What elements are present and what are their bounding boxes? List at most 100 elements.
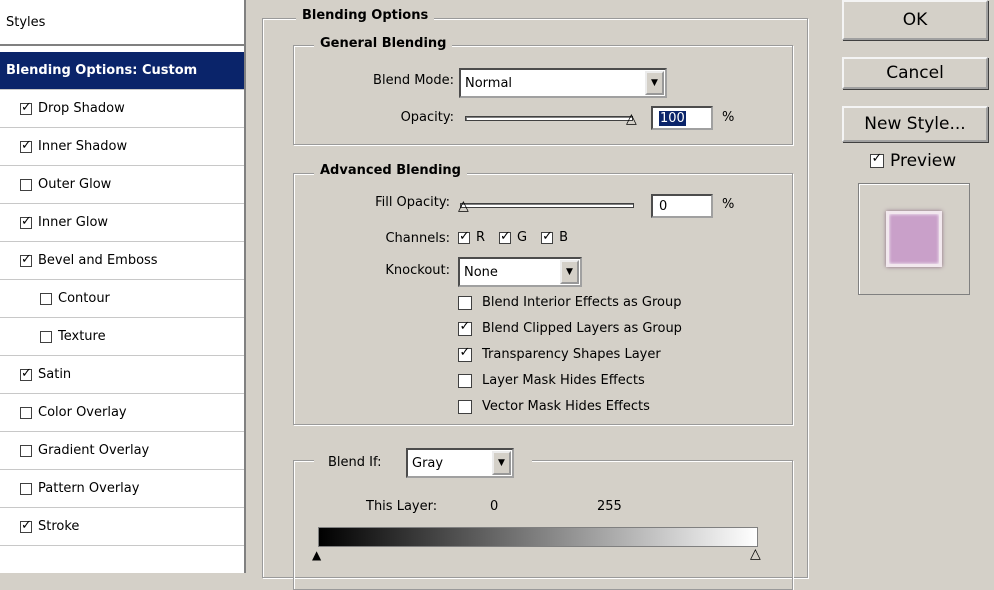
- style-item-label: Blending Options: Custom: [6, 63, 198, 78]
- fill-opacity-slider-thumb[interactable]: △: [458, 199, 469, 213]
- checkbox-icon[interactable]: [40, 330, 52, 343]
- opacity-value: 100: [659, 110, 686, 126]
- opacity-slider-track[interactable]: [465, 116, 633, 121]
- option-layer-mask-hides-effects-checkbox[interactable]: Layer Mask Hides Effects: [458, 373, 645, 388]
- checkbox-icon[interactable]: ✓: [20, 252, 32, 267]
- general-blending-title: General Blending: [314, 36, 453, 51]
- option-blend-interior-effects-as-group-checkbox[interactable]: Blend Interior Effects as Group: [458, 295, 681, 310]
- checkbox-icon[interactable]: [20, 482, 32, 495]
- channel-label: B: [559, 230, 569, 245]
- checkbox-icon[interactable]: ✓: [458, 229, 470, 244]
- styles-panel: Styles Blending Options: Custom ✓ Drop Sh…: [0, 0, 246, 573]
- checkbox-icon[interactable]: ✓: [20, 214, 32, 229]
- checkbox-icon[interactable]: ✓: [499, 229, 512, 244]
- preview-swatch: [886, 211, 942, 267]
- style-item-label: Satin: [38, 367, 72, 382]
- style-item-blending-options[interactable]: Blending Options: Custom: [0, 52, 244, 90]
- style-item-label: Inner Shadow: [38, 139, 128, 154]
- styles-header[interactable]: Styles: [0, 0, 244, 46]
- preview-checkbox[interactable]: ✓ Preview: [870, 151, 956, 171]
- checkbox-icon[interactable]: [20, 444, 32, 457]
- style-item-label: Gradient Overlay: [38, 443, 150, 458]
- channel-label: R: [476, 230, 486, 245]
- blend-mode-value: Normal: [465, 75, 513, 91]
- knockout-select[interactable]: None ▼: [458, 257, 582, 287]
- channel-label: G: [517, 230, 528, 245]
- style-item-label: Stroke: [38, 519, 80, 534]
- advanced-blending-title: Advanced Blending: [314, 163, 467, 178]
- blend-mode-label: Blend Mode:: [373, 73, 454, 88]
- knockout-value: None: [464, 264, 498, 280]
- cancel-button-label: Cancel: [886, 63, 944, 83]
- channels-group: ✓ R ✓ G ✓ B: [458, 229, 569, 245]
- fill-opacity-label: Fill Opacity:: [375, 195, 450, 210]
- channel-g-checkbox[interactable]: ✓ G: [499, 229, 528, 245]
- checkbox-icon[interactable]: ✓: [458, 319, 472, 336]
- ok-button[interactable]: OK: [842, 0, 988, 40]
- this-layer-label: This Layer:: [366, 499, 438, 514]
- chevron-down-icon[interactable]: ▼: [492, 451, 511, 475]
- style-item-label: Drop Shadow: [38, 101, 125, 116]
- checkbox-icon[interactable]: ✓: [20, 100, 32, 115]
- fill-opacity-slider-track[interactable]: [460, 203, 634, 208]
- opacity-unit: %: [722, 110, 735, 125]
- opacity-label: Opacity:: [400, 110, 454, 125]
- option-transparency-shapes-layer-checkbox[interactable]: ✓ Transparency Shapes Layer: [458, 345, 661, 362]
- cancel-button[interactable]: Cancel: [842, 57, 988, 89]
- checkbox-icon[interactable]: ✓: [458, 345, 472, 362]
- checkbox-icon[interactable]: ✓: [541, 229, 554, 244]
- channel-b-checkbox[interactable]: ✓ B: [541, 229, 569, 245]
- style-item-pattern-overlay[interactable]: Pattern Overlay: [0, 470, 244, 508]
- style-item-label: Pattern Overlay: [38, 481, 140, 496]
- checkbox-icon[interactable]: [40, 292, 52, 305]
- style-item-contour[interactable]: Contour: [0, 280, 244, 318]
- this-layer-low-value: 0: [490, 499, 499, 514]
- fill-opacity-input[interactable]: 0: [651, 194, 713, 218]
- opacity-slider-thumb[interactable]: △: [626, 112, 637, 126]
- checkbox-icon[interactable]: [458, 373, 472, 388]
- style-item-drop-shadow[interactable]: ✓ Drop Shadow: [0, 90, 244, 128]
- style-item-label: Contour: [58, 291, 110, 306]
- checkbox-icon[interactable]: [20, 178, 32, 191]
- checkbox-icon[interactable]: [458, 295, 472, 310]
- style-item-outer-glow[interactable]: Outer Glow: [0, 166, 244, 204]
- style-item-texture[interactable]: Texture: [0, 318, 244, 356]
- style-item-bevel-and-emboss[interactable]: ✓ Bevel and Emboss: [0, 242, 244, 280]
- preview-thumbnail: [858, 183, 970, 295]
- checkbox-icon[interactable]: ✓: [20, 518, 32, 533]
- option-label: Blend Interior Effects as Group: [482, 295, 682, 310]
- blending-options-title: Blending Options: [296, 8, 435, 23]
- style-item-satin[interactable]: ✓ Satin: [0, 356, 244, 394]
- style-item-label: Outer Glow: [38, 177, 112, 192]
- fill-opacity-unit: %: [722, 197, 735, 212]
- style-item-label: Texture: [58, 329, 106, 344]
- style-item-stroke[interactable]: ✓ Stroke: [0, 508, 244, 546]
- option-blend-clipped-layers-as-group-checkbox[interactable]: ✓ Blend Clipped Layers as Group: [458, 319, 682, 336]
- style-item-label: Inner Glow: [38, 215, 109, 230]
- style-item-color-overlay[interactable]: Color Overlay: [0, 394, 244, 432]
- blend-if-select[interactable]: Gray ▼: [406, 448, 514, 478]
- style-item-label: Bevel and Emboss: [38, 253, 158, 268]
- this-layer-high-value: 255: [597, 499, 622, 514]
- black-point-slider-thumb[interactable]: ▲: [312, 548, 321, 562]
- style-item-gradient-overlay[interactable]: Gradient Overlay: [0, 432, 244, 470]
- new-style-button[interactable]: New Style...: [842, 106, 988, 142]
- option-vector-mask-hides-effects-checkbox[interactable]: Vector Mask Hides Effects: [458, 399, 650, 414]
- checkbox-icon[interactable]: ✓: [20, 138, 32, 153]
- checkbox-icon[interactable]: ✓: [20, 366, 32, 381]
- checkbox-icon[interactable]: ✓: [870, 151, 884, 168]
- blend-mode-select[interactable]: Normal ▼: [459, 68, 667, 98]
- fill-opacity-value: 0: [659, 198, 668, 214]
- style-item-inner-glow[interactable]: ✓ Inner Glow: [0, 204, 244, 242]
- style-item-inner-shadow[interactable]: ✓ Inner Shadow: [0, 128, 244, 166]
- opacity-input[interactable]: 100: [651, 106, 713, 130]
- option-label: Layer Mask Hides Effects: [482, 373, 645, 388]
- checkbox-icon[interactable]: [20, 406, 32, 419]
- white-point-slider-thumb[interactable]: △: [750, 546, 761, 562]
- chevron-down-icon[interactable]: ▼: [645, 71, 664, 95]
- checkbox-icon[interactable]: [458, 399, 472, 414]
- channel-r-checkbox[interactable]: ✓ R: [458, 229, 486, 245]
- option-label: Blend Clipped Layers as Group: [482, 321, 682, 336]
- chevron-down-icon[interactable]: ▼: [560, 260, 579, 284]
- blend-if-group: [293, 460, 793, 590]
